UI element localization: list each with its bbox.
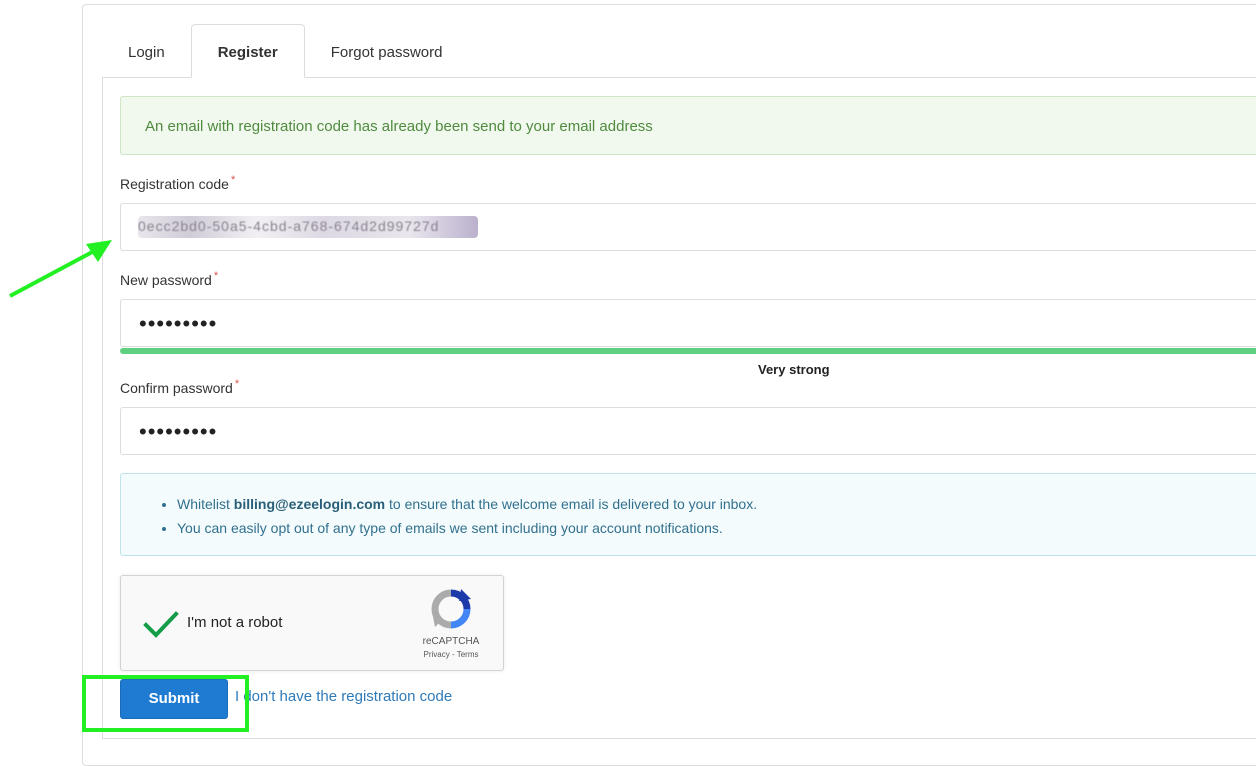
new-password-label: New password * bbox=[120, 270, 219, 288]
new-password-input[interactable]: ••••••••• bbox=[120, 299, 1256, 347]
recaptcha-label: I'm not a robot bbox=[187, 614, 283, 631]
required-marker: * bbox=[230, 174, 236, 186]
password-strength-text: Very strong bbox=[758, 362, 830, 377]
arrow-annotation-icon bbox=[9, 240, 112, 298]
required-marker: * bbox=[213, 270, 219, 282]
tab-register[interactable]: Register bbox=[190, 24, 305, 78]
tab-forgot-password[interactable]: Forgot password bbox=[305, 25, 469, 78]
no-registration-code-link[interactable]: I don't have the registration code bbox=[235, 688, 452, 705]
registration-code-label: Registration code * bbox=[120, 174, 236, 192]
billing-email: billing@ezeelogin.com bbox=[233, 496, 386, 512]
recaptcha-widget: I'm not a robot reCAPTCHA Privacy - Term… bbox=[120, 575, 504, 671]
registration-code-label-text: Registration code bbox=[120, 176, 229, 192]
info-list: Whitelist billing@ezeelogin.com to ensur… bbox=[177, 492, 757, 540]
auth-tabs: Login Register Forgot password bbox=[102, 24, 468, 78]
highlight-box bbox=[82, 675, 249, 732]
recaptcha-logo-icon bbox=[431, 589, 471, 629]
recaptcha-brand: reCAPTCHA bbox=[422, 636, 480, 647]
password-strength-meter bbox=[120, 348, 1256, 354]
confirm-password-label-text: Confirm password bbox=[120, 380, 233, 396]
registration-code-value: 0ecc2bd0-50a5-4cbd-a768-674d2d99727d bbox=[138, 216, 498, 238]
recaptcha-terms-link[interactable]: Privacy - Terms bbox=[405, 650, 497, 659]
checkmark-icon[interactable] bbox=[143, 610, 179, 638]
info-item-text: to ensure that the welcome email is deli… bbox=[385, 496, 758, 512]
info-item-whitelist: Whitelist billing@ezeelogin.com to ensur… bbox=[177, 492, 757, 516]
new-password-label-text: New password bbox=[120, 272, 212, 288]
info-item-opt-out: You can easily opt out of any type of em… bbox=[177, 516, 757, 540]
info-item-text: Whitelist bbox=[177, 496, 234, 512]
required-marker: * bbox=[234, 378, 240, 390]
success-alert: An email with registration code has alre… bbox=[120, 96, 1256, 155]
tab-login[interactable]: Login bbox=[102, 25, 191, 78]
confirm-password-input[interactable]: ••••••••• bbox=[120, 407, 1256, 455]
info-alert: Whitelist billing@ezeelogin.com to ensur… bbox=[120, 473, 1256, 556]
registration-code-text: 0ecc2bd0-50a5-4cbd-a768-674d2d99727d bbox=[138, 218, 440, 234]
confirm-password-label: Confirm password * bbox=[120, 378, 240, 396]
